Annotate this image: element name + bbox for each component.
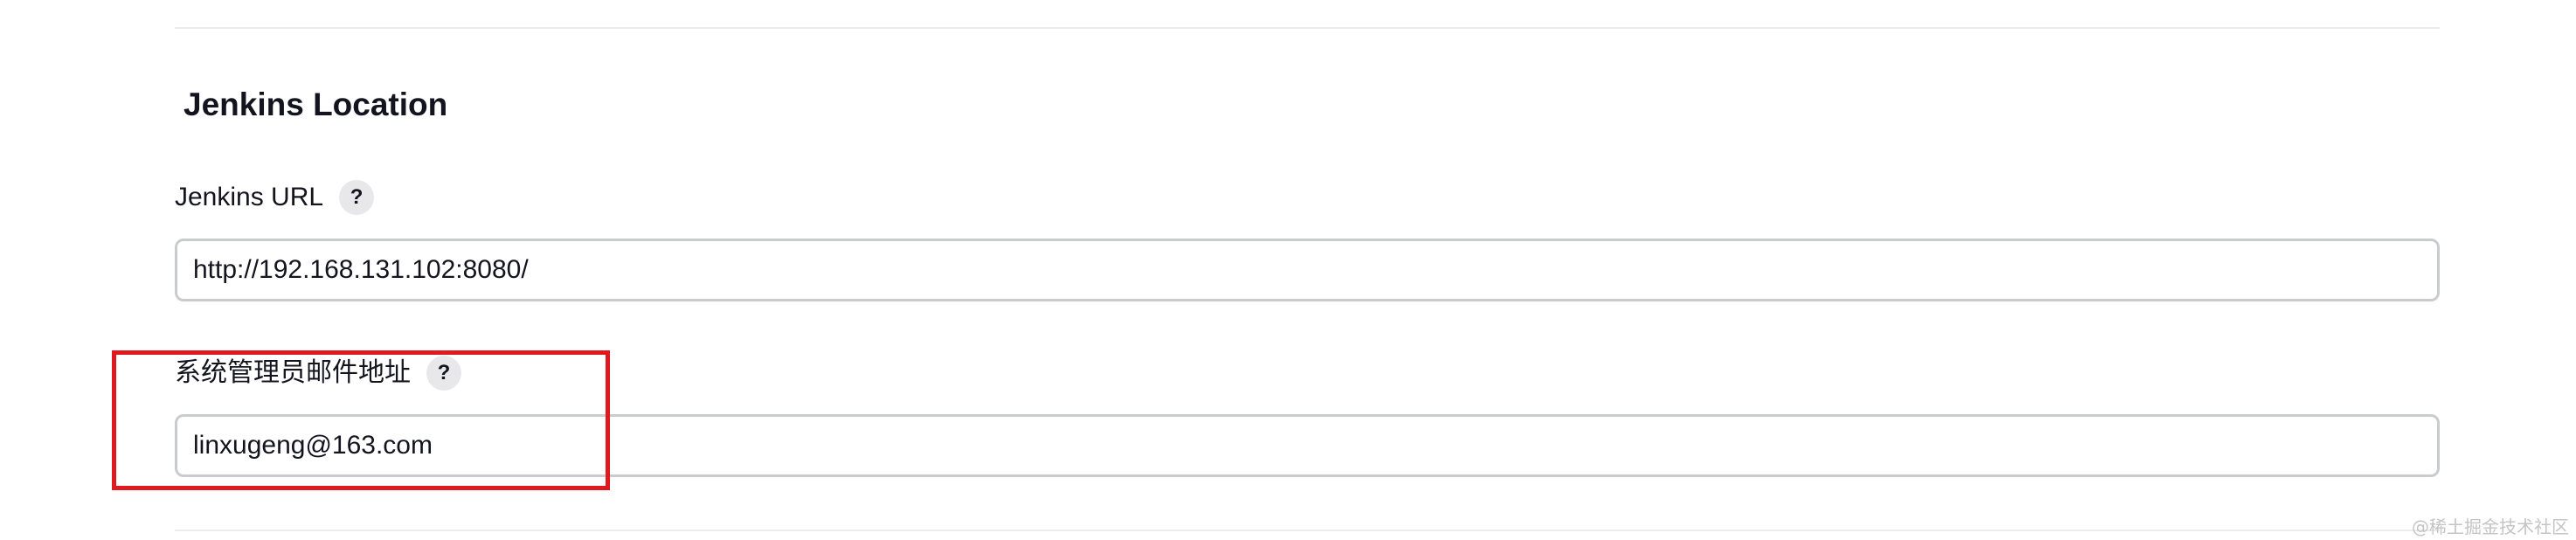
jenkins-url-help-icon[interactable]: ? bbox=[339, 180, 375, 215]
watermark: @稀土掘金技术社区 bbox=[2412, 516, 2569, 537]
admin-email-input[interactable] bbox=[175, 414, 2440, 477]
section-divider-top bbox=[175, 27, 2440, 29]
jenkins-url-label: Jenkins URL bbox=[175, 183, 324, 211]
jenkins-url-input[interactable] bbox=[175, 239, 2440, 301]
section-divider-bottom bbox=[175, 530, 2440, 531]
section-title: Jenkins Location bbox=[184, 87, 448, 122]
admin-email-help-icon[interactable]: ? bbox=[426, 356, 461, 391]
admin-email-label: 系统管理员邮件地址 bbox=[175, 358, 411, 387]
admin-email-label-row: 系统管理员邮件地址 ? bbox=[175, 354, 461, 392]
jenkins-url-label-row: Jenkins URL ? bbox=[175, 178, 375, 217]
